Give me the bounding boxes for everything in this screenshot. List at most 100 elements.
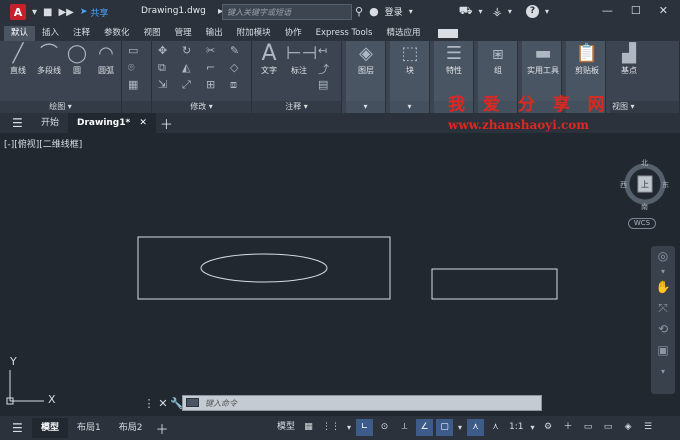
- tab-layout2[interactable]: 布局2: [110, 418, 152, 438]
- view-panel-label[interactable]: 视图 ▾: [610, 101, 679, 113]
- isolate-objects-icon[interactable]: ◈: [620, 419, 637, 436]
- tab-insert[interactable]: 插入: [35, 26, 66, 41]
- tab-parametric[interactable]: 参数化: [97, 26, 137, 41]
- tab-collaborate[interactable]: 协作: [278, 26, 309, 41]
- search-icon[interactable]: ⚲: [355, 5, 363, 18]
- annotation-scale-icon[interactable]: ⋏: [487, 419, 504, 436]
- hamburger-icon[interactable]: ☰: [12, 116, 32, 130]
- app-menu-button[interactable]: A: [10, 4, 26, 20]
- tab-featured-apps[interactable]: 精选应用: [379, 26, 427, 41]
- pan-icon[interactable]: ✋: [651, 277, 675, 298]
- tab-manage[interactable]: 管理: [168, 26, 199, 41]
- copy-icon[interactable]: ⧉: [158, 61, 166, 75]
- compass-north[interactable]: 北: [641, 158, 648, 168]
- close-icon[interactable]: ✕: [659, 4, 668, 17]
- polar-icon[interactable]: ⊙: [376, 419, 393, 436]
- units-icon[interactable]: ▭: [580, 419, 597, 436]
- circle-tool[interactable]: ◯ 圆: [66, 43, 88, 76]
- grid-icon[interactable]: ▦: [300, 419, 317, 436]
- tab-start[interactable]: 开始: [32, 113, 68, 133]
- dropdown-icon[interactable]: ▾: [32, 7, 37, 18]
- wcs-menu[interactable]: WCS: [628, 218, 656, 229]
- drawing-canvas[interactable]: [0, 133, 680, 415]
- command-history-icon[interactable]: [186, 398, 199, 407]
- command-input[interactable]: 键入命令: [182, 395, 542, 411]
- layers-tool[interactable]: ◈ 图层: [350, 43, 382, 76]
- region-icon[interactable]: ▦: [128, 78, 138, 91]
- login-chevron-icon[interactable]: ▾: [409, 7, 413, 16]
- share-button[interactable]: ➤ 共享: [80, 6, 109, 19]
- annotation-visibility-icon[interactable]: ⋏: [467, 419, 485, 436]
- draw-panel-label[interactable]: 绘图 ▾: [0, 101, 121, 113]
- array-icon[interactable]: ⊞: [206, 78, 215, 91]
- annotation-scale-value[interactable]: 1:1: [507, 419, 525, 436]
- erase-icon[interactable]: ✎: [230, 44, 239, 57]
- save-icon[interactable]: ■: [43, 7, 52, 18]
- customize-status-icon[interactable]: ☰: [640, 419, 657, 436]
- viewport-controls[interactable]: [-][俯视][二维线框]: [4, 137, 82, 150]
- connect-chevron-icon[interactable]: ▾: [508, 7, 512, 16]
- tab-drawing1[interactable]: Drawing1* ✕: [68, 113, 156, 133]
- dimension-tool[interactable]: ⊢⊣ 标注: [286, 43, 317, 76]
- rotate-icon[interactable]: ↻: [182, 44, 191, 57]
- utilities-tool[interactable]: ▬ 实用工具: [524, 43, 562, 76]
- tab-express-tools[interactable]: Express Tools: [309, 26, 380, 41]
- rectangle-entity-small[interactable]: [431, 268, 558, 300]
- ortho-icon[interactable]: ∟: [356, 419, 374, 436]
- navbar-collapse-icon[interactable]: ▾: [651, 361, 675, 382]
- workspace-icon[interactable]: ⚙: [540, 419, 557, 436]
- stretch-icon[interactable]: ⇲: [158, 78, 167, 91]
- rectangle-entity[interactable]: [137, 236, 391, 300]
- annotation-panel-label[interactable]: 注释 ▾: [252, 101, 341, 113]
- compass-east[interactable]: 东: [662, 180, 669, 190]
- ellipse-entity[interactable]: [200, 253, 328, 283]
- quick-properties-icon[interactable]: ▭: [600, 419, 617, 436]
- block-chevron-icon[interactable]: ▾: [390, 101, 429, 113]
- offset-icon[interactable]: ⧈: [230, 78, 237, 92]
- orbit-icon[interactable]: ⟲: [651, 319, 675, 340]
- mirror-icon[interactable]: ◭: [182, 61, 190, 74]
- cart-icon[interactable]: ⛟: [459, 4, 473, 19]
- login-button[interactable]: 登录: [385, 5, 403, 18]
- help-chevron-icon[interactable]: ▾: [545, 7, 549, 16]
- ribbon-toggle-icon[interactable]: [437, 29, 458, 38]
- snap-chevron-icon[interactable]: ▾: [345, 419, 353, 436]
- object-snap-icon[interactable]: ▢: [436, 419, 454, 436]
- move-icon[interactable]: ✥: [158, 44, 167, 57]
- text-tool[interactable]: A 文字: [256, 43, 282, 76]
- new-tab-button[interactable]: ＋: [160, 114, 173, 133]
- table-icon[interactable]: ▤: [318, 78, 328, 91]
- trim-icon[interactable]: ✂: [206, 44, 215, 57]
- navbar-chevron-icon[interactable]: ▾: [651, 267, 675, 277]
- layers-panel[interactable]: ◈ 图层 ▾: [346, 41, 386, 113]
- block-tool[interactable]: ⬚ 块: [394, 43, 426, 76]
- tab-layout1[interactable]: 布局1: [68, 418, 110, 438]
- search-input[interactable]: 键入关键字或短语: [222, 4, 352, 20]
- view-cube[interactable]: 北 南 东 西 上: [620, 158, 669, 211]
- model-space-toggle[interactable]: 模型: [275, 419, 297, 436]
- rectangle-icon[interactable]: ▭: [128, 44, 138, 57]
- connect-icon[interactable]: ⚶: [493, 5, 502, 18]
- tab-addins[interactable]: 附加模块: [230, 26, 278, 41]
- explode-icon[interactable]: ◇: [230, 61, 238, 74]
- steering-wheel-icon[interactable]: ◎: [651, 246, 675, 267]
- arc-tool[interactable]: ◠ 圆弧: [92, 43, 120, 76]
- zoom-extents-icon[interactable]: ⤧: [651, 298, 675, 319]
- tab-annotate[interactable]: 注释: [66, 26, 97, 41]
- clipboard-tool[interactable]: 📋 剪贴板: [568, 43, 606, 76]
- user-icon[interactable]: ●: [369, 5, 379, 18]
- modify-panel-label[interactable]: 修改 ▾: [152, 101, 251, 113]
- leader-icon[interactable]: ↤: [318, 44, 327, 57]
- annotation-monitor-icon[interactable]: ＋: [560, 419, 577, 436]
- scale-chevron-icon[interactable]: ▾: [529, 419, 537, 436]
- new-layout-button[interactable]: ＋: [155, 419, 168, 438]
- line-tool[interactable]: ╱ 直线: [6, 43, 30, 76]
- command-close-icon[interactable]: ✕: [156, 397, 170, 410]
- help-icon[interactable]: ?: [525, 5, 539, 18]
- object-tracking-icon[interactable]: ∠: [416, 419, 434, 436]
- annotate-extra-icon[interactable]: ⤴: [318, 61, 329, 77]
- compass-west[interactable]: 西: [620, 180, 627, 190]
- cart-chevron-icon[interactable]: ▾: [479, 7, 483, 16]
- showmotion-icon[interactable]: ▣: [651, 340, 675, 361]
- isodraft-icon[interactable]: ⟂: [396, 419, 413, 436]
